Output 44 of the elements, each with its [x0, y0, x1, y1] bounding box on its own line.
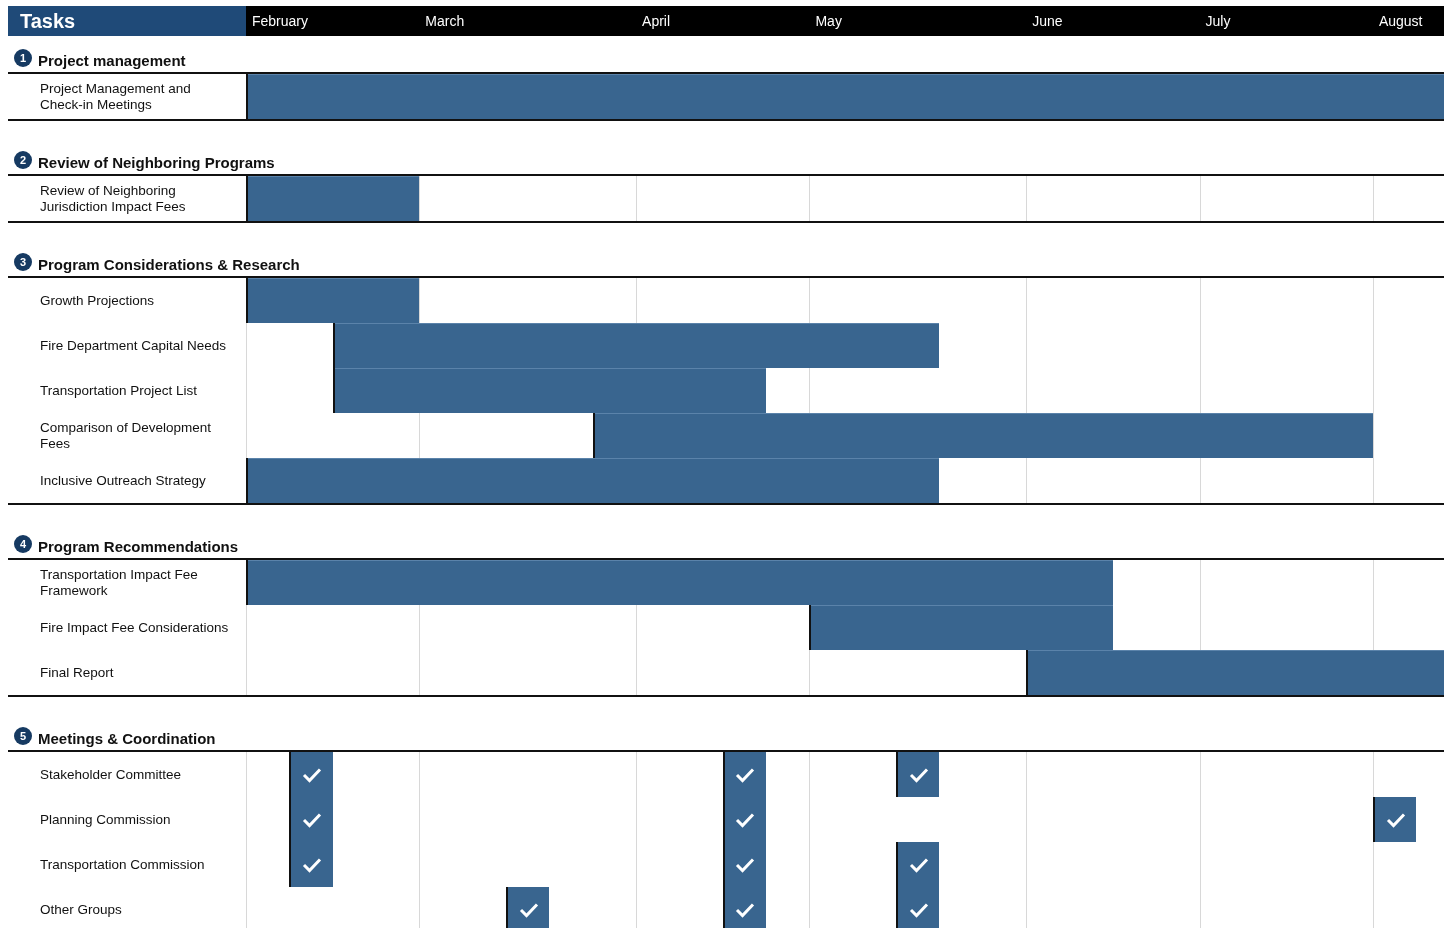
month-label: August: [1377, 12, 1424, 31]
check-icon: [518, 901, 539, 918]
task-label: Final Report: [40, 664, 115, 681]
month-label: May: [814, 12, 843, 31]
check-icon: [735, 856, 756, 873]
header-title: Tasks: [8, 6, 246, 36]
check-icon: [735, 811, 756, 828]
section-title: Project management: [38, 52, 186, 69]
month-label: March: [424, 12, 466, 31]
task-label: Stakeholder Committee: [40, 766, 183, 783]
month-label: February: [251, 12, 310, 31]
task-label: Project Management and Check-in Meetings: [40, 80, 192, 113]
task-label: Fire Department Capital Needs: [40, 337, 228, 354]
month-label: June: [1031, 12, 1064, 31]
step-number: 2: [14, 151, 32, 169]
task-label: Other Groups: [40, 901, 123, 918]
step-number: 5: [14, 727, 32, 745]
task-label: Growth Projections: [40, 292, 156, 309]
month-label: July: [1204, 12, 1232, 31]
check-icon: [302, 811, 322, 828]
check-icon: [908, 766, 929, 783]
task-label: Review of Neighboring Jurisdiction Impact Fees: [40, 182, 187, 215]
section-title: Program Recommendations: [38, 538, 239, 555]
check-icon: [302, 766, 322, 783]
task-label: Transportation Commission: [40, 856, 206, 873]
check-icon: [302, 856, 322, 873]
task-label: Transportation Project List: [40, 382, 199, 399]
step-number: 3: [14, 253, 32, 271]
task-label: Fire Impact Fee Considerations: [40, 619, 230, 636]
check-icon: [1385, 811, 1406, 828]
section-title: Review of Neighboring Programs: [38, 154, 275, 171]
month-label: April: [641, 12, 672, 31]
check-icon: [735, 766, 756, 783]
check-icon: [908, 856, 929, 873]
task-label: Comparison of Development Fees: [40, 419, 213, 452]
check-icon: [908, 901, 929, 918]
step-number: 1: [14, 49, 32, 67]
section-title: Meetings & Coordination: [38, 730, 216, 747]
check-icon: [735, 901, 756, 918]
step-number: 4: [14, 535, 32, 553]
task-label: Planning Commission: [40, 811, 172, 828]
task-label: Transportation Impact Fee Framework: [40, 566, 199, 599]
section-title: Program Considerations & Research: [38, 256, 300, 273]
task-label: Inclusive Outreach Strategy: [40, 472, 207, 489]
